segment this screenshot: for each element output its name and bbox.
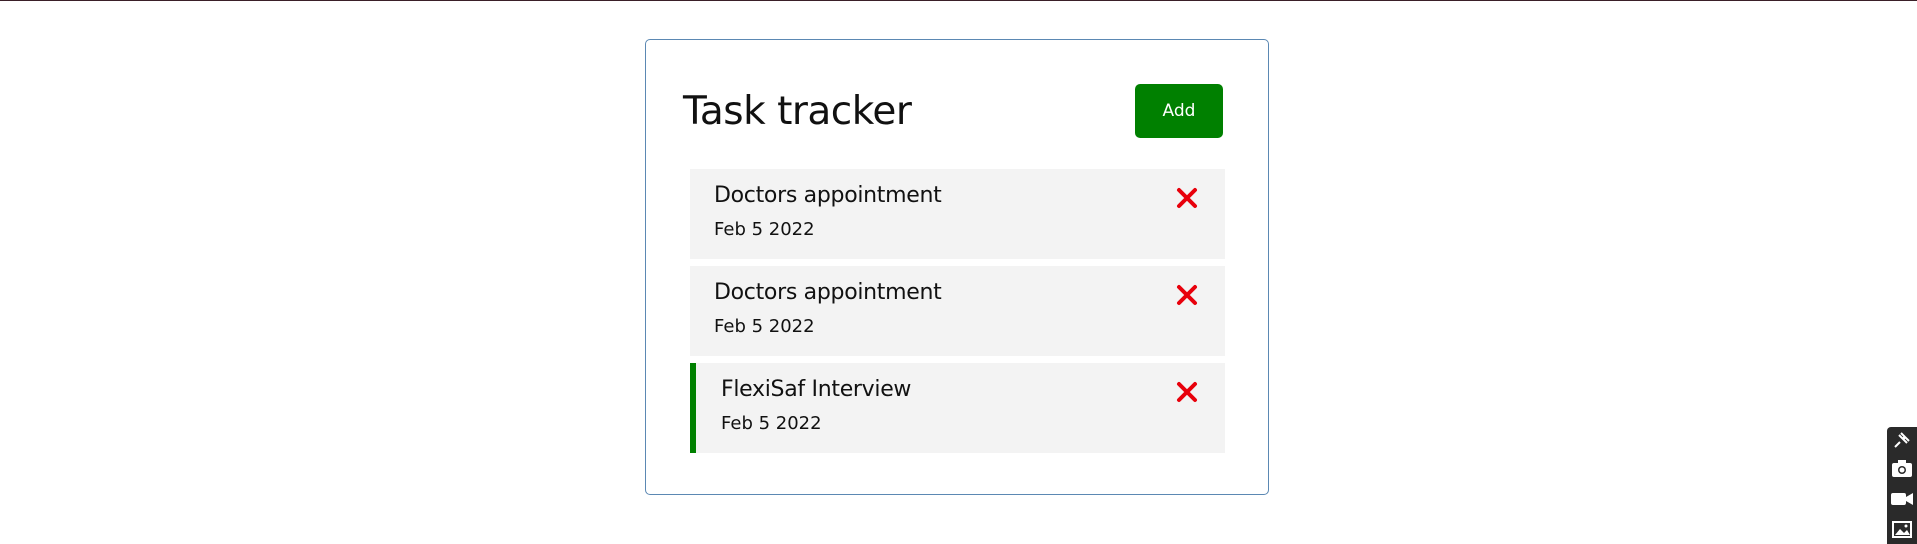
task-name: FlexiSaf Interview <box>721 377 912 402</box>
close-icon[interactable] <box>1176 187 1198 209</box>
task-name: Doctors appointment <box>714 280 942 305</box>
task-item[interactable]: Doctors appointment Feb 5 2022 <box>690 266 1225 356</box>
task-date: Feb 5 2022 <box>714 219 815 240</box>
task-name: Doctors appointment <box>714 183 942 208</box>
task-list: Doctors appointment Feb 5 2022 Doctors a… <box>690 169 1225 460</box>
page-title: Task tracker <box>683 88 912 134</box>
pin-icon[interactable] <box>1891 429 1913 451</box>
task-date: Feb 5 2022 <box>721 413 822 434</box>
close-icon[interactable] <box>1176 284 1198 306</box>
close-icon[interactable] <box>1176 381 1198 403</box>
screenshot-toolbar <box>1887 427 1917 544</box>
task-item[interactable]: Doctors appointment Feb 5 2022 <box>690 169 1225 259</box>
header: Task tracker Add <box>683 84 1223 138</box>
image-icon[interactable] <box>1890 517 1914 541</box>
task-date: Feb 5 2022 <box>714 316 815 337</box>
video-icon[interactable] <box>1889 487 1915 511</box>
task-item-reminder[interactable]: FlexiSaf Interview Feb 5 2022 <box>690 363 1225 453</box>
task-tracker-panel: Task tracker Add Doctors appointment Feb… <box>645 39 1269 495</box>
camera-icon[interactable] <box>1890 457 1914 481</box>
add-button[interactable]: Add <box>1135 84 1223 138</box>
top-border-line <box>0 0 1917 1</box>
